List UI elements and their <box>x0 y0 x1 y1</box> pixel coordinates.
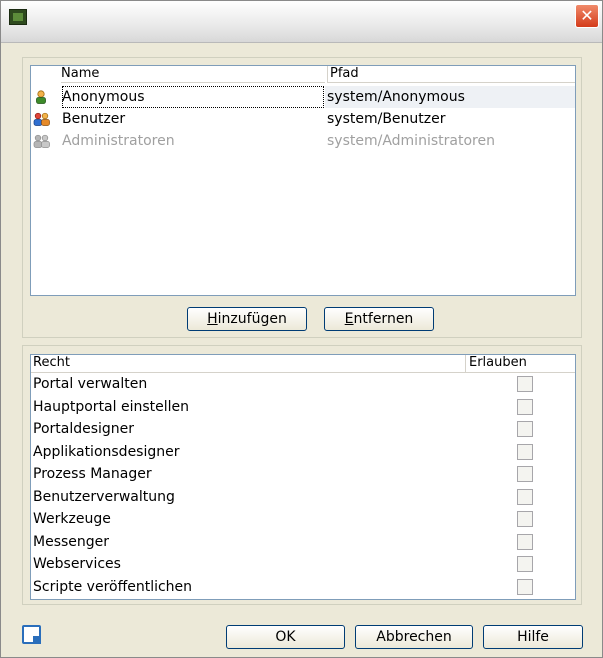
right-row: Portal verwalten <box>31 373 575 396</box>
right-label: Portal verwalten <box>33 376 148 392</box>
add-button-label: inzufügen <box>217 311 287 327</box>
rights-header: Recht Erlauben <box>31 355 575 373</box>
app-icon <box>9 9 27 25</box>
admins-icon <box>33 134 50 148</box>
user-icon <box>36 90 46 104</box>
allow-checkbox[interactable] <box>517 399 533 415</box>
allow-checkbox[interactable] <box>517 444 533 460</box>
right-row: Applikationsdesigner <box>31 441 575 464</box>
principal-name: Anonymous <box>62 86 324 108</box>
right-label: Portaldesigner <box>33 421 135 437</box>
right-label: Applikationsdesigner <box>33 444 180 460</box>
right-row: Webservices <box>31 553 575 576</box>
remove-button-label: ntfernen <box>353 311 414 327</box>
cancel-button[interactable]: Abbrechen <box>355 625 473 649</box>
right-label: Messenger <box>33 534 110 550</box>
allow-checkbox[interactable] <box>517 511 533 527</box>
allow-checkbox[interactable] <box>517 579 533 595</box>
dialog-window: ✕ Name Pfad Anonymous system/Anonymous B… <box>0 0 603 658</box>
principal-path: system/Benutzer <box>327 111 446 127</box>
rights-list[interactable]: Recht Erlauben Portal verwalten Hauptpor… <box>30 354 576 600</box>
allow-checkbox[interactable] <box>517 489 533 505</box>
list-item[interactable]: Benutzer system/Benutzer <box>31 108 575 130</box>
right-label: Scripte veröffentlichen <box>33 579 193 595</box>
right-label: Prozess Manager <box>33 466 152 482</box>
add-button-mnemonic: H <box>207 311 218 327</box>
list-item[interactable]: Anonymous system/Anonymous <box>31 86 575 108</box>
principal-path: system/Administratoren <box>327 133 495 149</box>
principal-name: Administratoren <box>62 133 175 149</box>
right-row: Hauptportal einstellen <box>31 396 575 419</box>
column-header-name[interactable]: Name <box>61 66 325 83</box>
right-label: Benutzerverwaltung <box>33 489 175 505</box>
column-header-allow[interactable]: Erlauben <box>465 355 527 372</box>
right-row: Benutzerverwaltung <box>31 486 575 509</box>
right-row: Scripte veröffentlichen <box>31 576 575 599</box>
right-label: Werkzeuge <box>33 511 111 527</box>
column-header-path[interactable]: Pfad <box>327 66 575 83</box>
right-label: Hauptportal einstellen <box>33 399 190 415</box>
right-row: Prozess Manager <box>31 463 575 486</box>
allow-checkbox[interactable] <box>517 534 533 550</box>
right-row: Werkzeuge <box>31 508 575 531</box>
right-row: Portaldesigner <box>31 418 575 441</box>
list-item[interactable]: Administratoren system/Administratoren <box>31 130 575 152</box>
users-icon <box>33 112 50 126</box>
allow-checkbox[interactable] <box>517 556 533 572</box>
help-context-icon[interactable] <box>22 625 41 644</box>
allow-checkbox[interactable] <box>517 421 533 437</box>
help-button[interactable]: Hilfe <box>483 625 583 649</box>
principals-list[interactable]: Name Pfad Anonymous system/Anonymous Ben… <box>30 65 576 296</box>
remove-button-mnemonic: E <box>344 311 354 327</box>
title-bar[interactable]: ✕ <box>1 1 602 43</box>
principal-path: system/Anonymous <box>327 89 465 105</box>
ok-button[interactable]: OK <box>226 625 345 649</box>
close-button[interactable]: ✕ <box>575 4 599 28</box>
column-header-right[interactable]: Recht <box>33 355 70 371</box>
allow-checkbox[interactable] <box>517 376 533 392</box>
right-label: Webservices <box>33 556 121 572</box>
allow-checkbox[interactable] <box>517 466 533 482</box>
right-row: Messenger <box>31 531 575 554</box>
add-button[interactable]: Hinzufügen <box>187 307 307 331</box>
remove-button[interactable]: Entfernen <box>324 307 434 331</box>
principal-name: Benutzer <box>62 111 126 127</box>
